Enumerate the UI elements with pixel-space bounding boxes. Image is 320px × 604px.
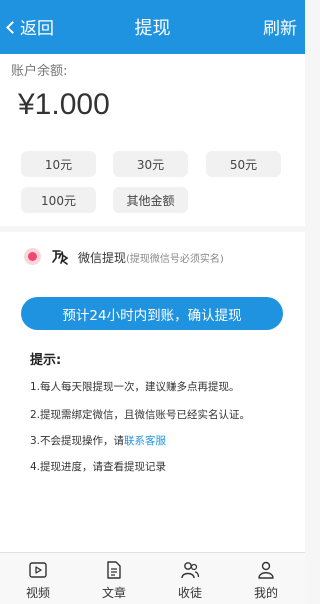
wechat-logo-icon <box>52 250 69 265</box>
balance-amount: ¥1.000 <box>18 88 110 121</box>
bottom-tab-bar: 视频 文章 收徒 我的 <box>0 552 305 604</box>
tips-title: 提示: <box>30 353 62 368</box>
amount-option-10[interactable]: 10元 <box>21 151 96 177</box>
tab-mine-label: 我的 <box>253 586 278 600</box>
top-nav-bar: 返回 提现 刷新 <box>0 0 305 54</box>
tab-apprentice-label: 收徒 <box>177 586 202 600</box>
apprentice-icon <box>181 562 200 579</box>
tab-article[interactable]: 文章 <box>76 553 152 604</box>
balance-label: 账户余额: <box>11 64 68 79</box>
tab-video-label: 视频 <box>25 586 50 600</box>
tip-item-1: 1.每人每天限提现一次，建议赚多点再提现。 <box>30 381 240 393</box>
amount-option-30[interactable]: 30元 <box>113 151 188 177</box>
tab-apprentice[interactable]: 收徒 <box>152 553 228 604</box>
tip-item-2: 2.提现需绑定微信，且微信账号已经实名认证。 <box>30 409 251 421</box>
wechat-withdraw-note: (提现微信号必须实名) <box>126 254 224 265</box>
balance-card: 账户余额: ¥1.000 10元 30元 50元 100元 其他金额 <box>0 54 305 226</box>
profile-icon <box>258 561 274 579</box>
tip-item-4: 4.提现进度，请查看提现记录 <box>30 461 167 473</box>
contact-support-link[interactable]: 联系客服 <box>124 435 166 447</box>
tip-item-3-text: 3.不会提现操作，请 <box>30 435 125 447</box>
amount-option-100[interactable]: 100元 <box>21 187 96 213</box>
wechat-withdraw-label: 微信提现(提现微信号必须实名) <box>78 249 224 266</box>
wechat-withdraw-option[interactable]: 微信提现(提现微信号必须实名) <box>0 232 305 282</box>
confirm-withdraw-button[interactable]: 预计24小时内到账，确认提现 <box>21 297 283 330</box>
withdraw-panel: 预计24小时内到账，确认提现 提示: 1.每人每天限提现一次，建议赚多点再提现。… <box>0 282 305 552</box>
refresh-button[interactable]: 刷新 <box>263 14 297 39</box>
tip-item-3: 3.不会提现操作，请联系客服 <box>30 433 166 448</box>
radio-selected[interactable] <box>24 248 41 265</box>
page-title: 提现 <box>134 18 171 39</box>
video-icon <box>29 562 47 578</box>
tab-video[interactable]: 视频 <box>0 553 76 604</box>
article-icon <box>107 561 121 579</box>
amount-option-50[interactable]: 50元 <box>206 151 281 177</box>
amount-option-other[interactable]: 其他金额 <box>113 187 188 213</box>
tab-article-label: 文章 <box>101 586 126 600</box>
tab-mine[interactable]: 我的 <box>228 553 304 604</box>
wechat-withdraw-name: 微信提现 <box>78 251 127 265</box>
